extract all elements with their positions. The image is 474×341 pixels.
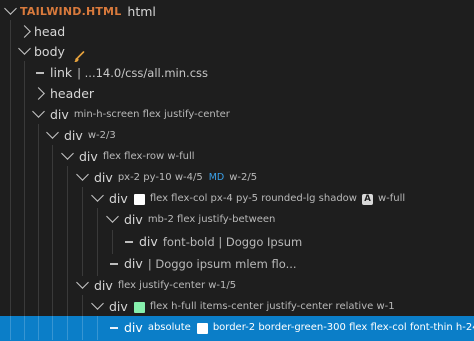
chevron-right-icon[interactable] [18,25,31,38]
tree-row-div[interactable]: div mb-2 flex justify-between [0,208,474,232]
chevron-down-icon[interactable] [4,2,17,15]
color-swatch-green [133,301,145,313]
color-swatch-white [133,193,145,205]
node-classes: mb-2 flex justify-between [147,214,276,225]
tree-row-div-selected[interactable]: div absolute border-2 border-green-300 f… [0,316,474,341]
state-badge: A [361,193,373,205]
leaf-dash-icon [110,327,118,329]
chevron-down-icon[interactable] [76,168,89,181]
chevron-right-icon[interactable] [32,87,45,100]
node-classes-after: border-2 border-green-300 flex flex-col … [212,322,474,333]
node-tag: div [124,212,143,227]
chevron-down-icon[interactable] [91,189,104,202]
chevron-down-icon[interactable] [46,126,59,139]
chevron-down-icon[interactable] [32,105,45,118]
tree-row-div[interactable]: div font-bold | Doggo Ipsum [0,230,474,254]
node-tag: div [139,234,158,249]
chevron-down-icon[interactable] [18,42,31,55]
node-tag: div [124,320,143,335]
node-classes: font-bold | Doggo Ipsum [162,235,303,249]
leaf-dash-icon [110,263,118,265]
node-classes: | Doggo ipsum mlem flo... [147,257,297,271]
node-tag: div [124,256,143,271]
paintbrush-icon [73,46,85,62]
color-swatch-white [196,322,208,334]
leaf-dash-icon [125,241,133,243]
leaf-dash-icon [36,72,44,74]
tree-row-div[interactable]: div | Doggo ipsum mlem flo... [0,252,474,276]
chevron-down-icon[interactable] [76,276,89,289]
chevron-down-icon[interactable] [91,297,104,310]
chevron-down-icon[interactable] [61,147,74,160]
chevron-down-icon[interactable] [106,210,119,223]
node-classes: absolute [147,322,191,333]
dom-tree-panel: TAILWIND.HTML html head body link | ...1… [0,0,474,341]
